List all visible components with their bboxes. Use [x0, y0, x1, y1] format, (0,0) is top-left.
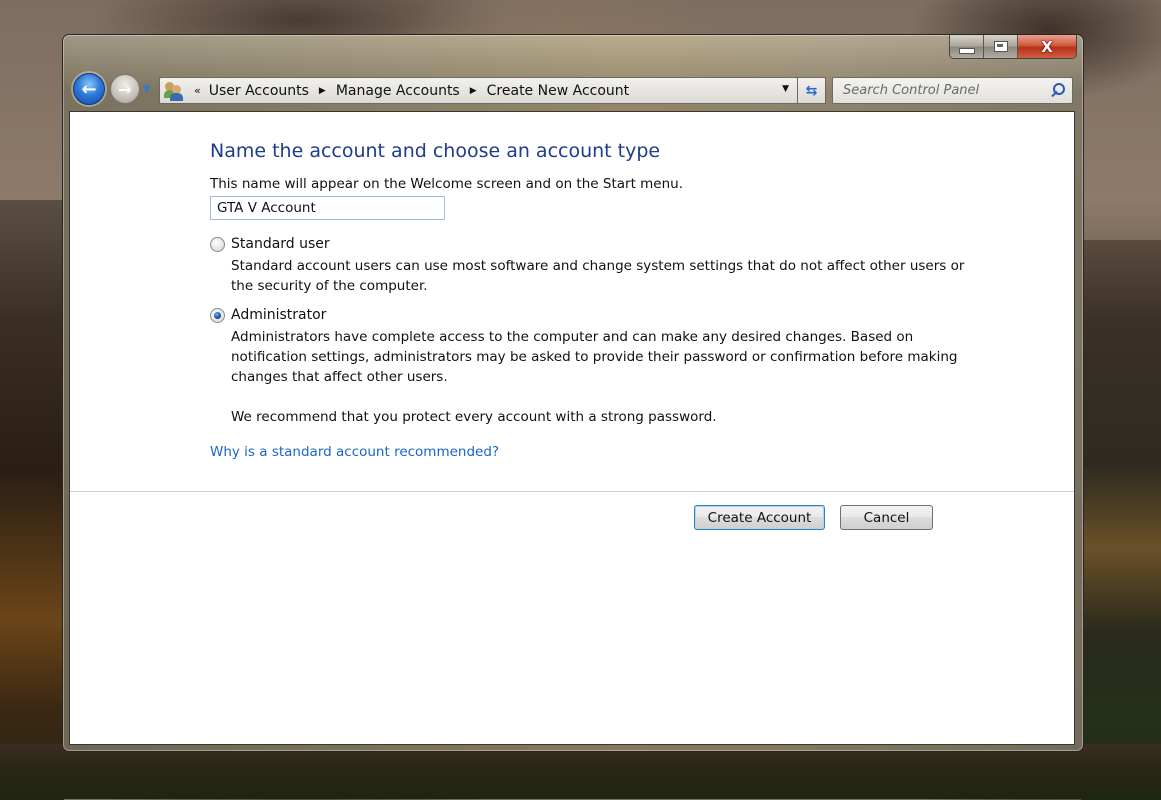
breadcrumb-create-new-account[interactable]: Create New Account — [487, 83, 629, 99]
refresh-icon: ⇆ — [805, 82, 818, 99]
address-bar[interactable]: « User Accounts ▶ Manage Accounts ▶ Crea… — [159, 77, 798, 104]
refresh-button[interactable]: ⇆ — [797, 77, 826, 104]
standard-user-label[interactable]: Standard user — [231, 236, 330, 252]
administrator-radio[interactable] — [210, 307, 225, 323]
standard-user-description: Standard account users can use most soft… — [231, 258, 965, 294]
page-title: Name the account and choose an account t… — [210, 140, 661, 162]
name-prompt: This name will appear on the Welcome scr… — [210, 176, 684, 192]
breadcrumb-user-accounts[interactable]: User Accounts — [209, 83, 309, 99]
breadcrumb-separator-icon[interactable]: ▶ — [319, 86, 326, 96]
breadcrumb-manage-accounts[interactable]: Manage Accounts — [336, 83, 460, 99]
desktop-wallpaper-right — [1081, 240, 1161, 800]
standard-user-option[interactable]: Standard user — [210, 236, 330, 252]
standard-user-radio[interactable] — [210, 236, 225, 252]
create-account-button[interactable]: Create Account — [694, 505, 825, 530]
administrator-option[interactable]: Administrator — [210, 307, 326, 323]
standard-account-help-link[interactable]: Why is a standard account recommended? — [210, 444, 499, 460]
forward-arrow-icon: → — [118, 79, 132, 99]
administrator-label[interactable]: Administrator — [231, 307, 326, 323]
search-box — [832, 77, 1073, 104]
back-arrow-icon: ← — [81, 78, 97, 100]
administrator-description: Administrators have complete access to t… — [231, 329, 958, 385]
chevron-down-icon: ▼ — [143, 83, 151, 95]
recent-pages-button[interactable]: ▼ — [143, 84, 151, 95]
user-accounts-icon — [164, 81, 186, 101]
breadcrumb-overflow-button[interactable]: « — [194, 84, 201, 97]
control-panel-window: X ← → ▼ « User Accounts ▶ Manage Account… — [62, 34, 1084, 752]
maximize-icon — [993, 41, 1008, 52]
password-recommendation: We recommend that you protect every acco… — [231, 409, 717, 425]
address-dropdown-icon[interactable]: ▼ — [782, 84, 789, 94]
close-icon: X — [1041, 37, 1053, 56]
close-button[interactable]: X — [1018, 35, 1076, 58]
minimize-button[interactable] — [950, 35, 984, 58]
desktop-wallpaper-left — [0, 200, 64, 800]
minimize-icon — [958, 47, 975, 54]
caption-buttons: X — [949, 35, 1077, 59]
back-button[interactable]: ← — [73, 73, 105, 105]
search-icon[interactable] — [1048, 82, 1066, 100]
divider — [70, 491, 1074, 492]
account-name-input[interactable] — [210, 196, 445, 220]
forward-button[interactable]: → — [110, 74, 140, 104]
navigation-buttons: ← → ▼ — [73, 73, 151, 105]
desktop-wallpaper-bottom — [0, 744, 1161, 799]
search-input[interactable] — [841, 82, 1048, 99]
maximize-button[interactable] — [984, 35, 1018, 58]
cancel-button[interactable]: Cancel — [840, 505, 933, 530]
breadcrumb-separator-icon[interactable]: ▶ — [470, 86, 477, 96]
content-pane: Name the account and choose an account t… — [69, 111, 1075, 745]
